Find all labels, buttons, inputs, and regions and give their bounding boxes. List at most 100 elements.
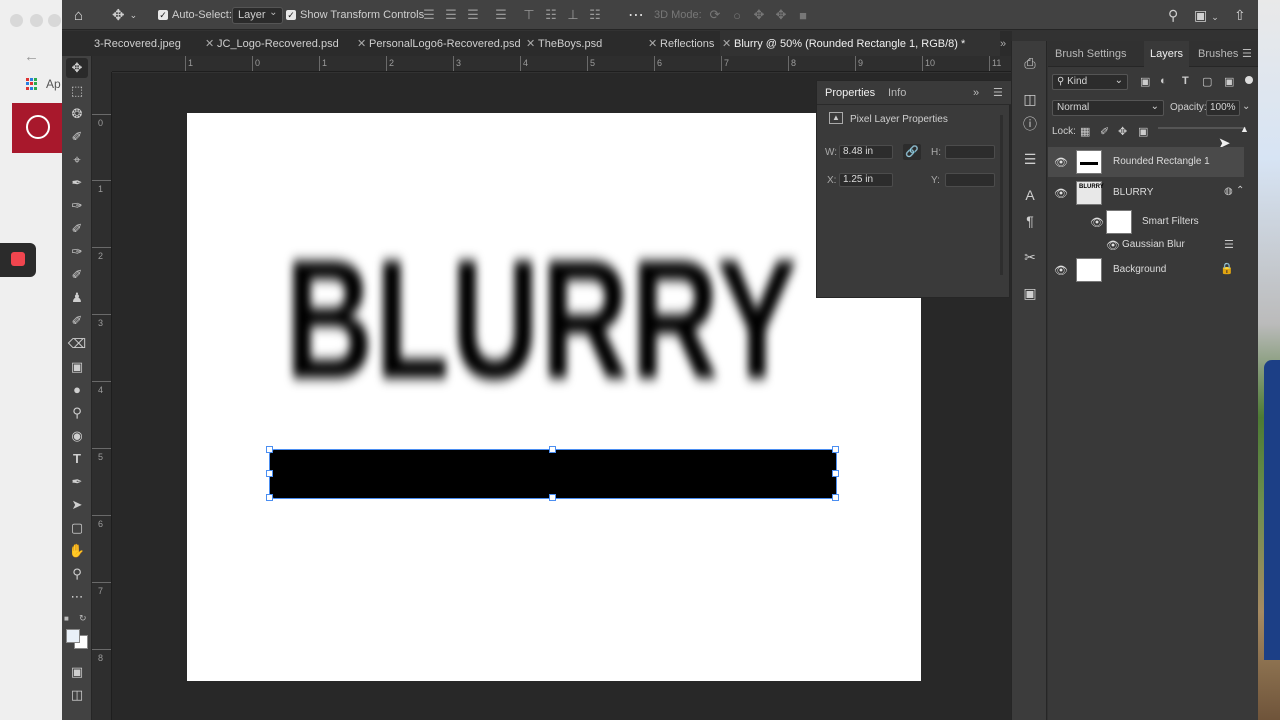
swap-colors-icon[interactable]: ↻ [79,613,87,624]
3d-scale-icon[interactable]: ■ [792,8,814,23]
close-icon[interactable]: ✕ [722,31,731,56]
home-icon[interactable]: ⌂ [74,0,83,30]
distribute-vertical-icon[interactable]: ☷ [584,7,606,23]
smart-filters-row[interactable]: 👁 Smart Filters [1048,207,1244,237]
auto-select-checkbox[interactable]: ✓ Auto-Select: [158,0,232,30]
blur-tool-icon[interactable]: ● [66,380,88,400]
tab-document[interactable]: ✕ Reflections [646,31,714,56]
stamp-tool-icon[interactable]: ♟ [66,288,88,308]
align-center-icon[interactable]: ☰ [440,7,462,23]
collapse-panel-icon[interactable]: » [973,81,979,105]
default-colors-icon[interactable]: ■ [64,614,69,623]
filter-type-icon[interactable]: T [1182,75,1189,87]
path-selection-tool-icon[interactable]: ➤ [66,495,88,515]
fill-slider-track[interactable] [1158,127,1246,129]
transform-handle[interactable] [266,446,273,453]
transform-handle[interactable] [832,470,839,477]
sponge-tool-icon[interactable]: ◉ [66,426,88,446]
brush-tool-icon[interactable]: ✐ [66,219,88,239]
lock-artboard-icon[interactable]: ▣ [1138,125,1148,138]
align-bottom-icon[interactable]: ⊥ [562,7,584,23]
transform-handle[interactable] [832,494,839,501]
quick-mask-icon[interactable]: ▣ [66,662,88,682]
width-field[interactable]: 8.48 in [839,145,893,159]
rounded-rectangle-shape[interactable] [266,446,839,501]
gradient-tool-icon[interactable]: ▣ [66,357,88,377]
history-panel-icon[interactable]: ⎙ [1020,53,1040,73]
close-icon[interactable]: ✕ [648,31,657,56]
visibility-eye-icon[interactable]: 👁 [1106,239,1120,252]
tab-document[interactable]: ✕ JC_Logo-Recovered.psd [203,31,339,56]
visibility-eye-icon[interactable]: 👁 [1054,156,1068,169]
align-top-icon[interactable]: ⊤ [518,7,540,23]
blurry-text-layer[interactable]: BLURRY [285,230,798,410]
quick-select-tool-icon[interactable]: ✐ [66,127,88,147]
marquee-tool-icon[interactable]: ⬚ [66,81,88,101]
x-field[interactable]: 1.25 in [839,173,893,187]
edit-toolbar-icon[interactable]: ⋯ [66,587,88,607]
lock-transparent-icon[interactable]: ▦ [1080,125,1090,138]
layer-row-blurry[interactable]: 👁 BLURRY BLURRY ◍ ⌃ [1048,178,1244,208]
align-middle-icon[interactable]: ☷ [540,7,562,23]
transform-handle[interactable] [549,494,556,501]
visibility-eye-icon[interactable]: 👁 [1054,187,1068,200]
clone-stamp-tool-icon[interactable]: ✑ [66,242,88,262]
filter-options-icon[interactable]: ☰ [1224,238,1234,251]
3d-drag-icon[interactable]: ✥ [748,7,770,23]
y-field[interactable] [945,173,995,187]
healing-brush-tool-icon[interactable]: ✑ [66,196,88,216]
dodge-tool-icon[interactable]: ⚲ [66,403,88,423]
align-right-icon[interactable]: ☰ [462,7,484,23]
character-panel-icon[interactable]: A [1020,185,1040,205]
libraries-panel-icon[interactable]: ☰ [1020,149,1040,169]
tab-brush-settings[interactable]: Brush Settings [1055,41,1127,67]
history-brush-tool-icon[interactable]: ✐ [66,265,88,285]
panel-menu-icon[interactable]: ☰ [993,81,1003,105]
tool-presets-icon[interactable]: ✂ [1020,247,1040,267]
tabs-overflow-icon[interactable]: » [993,31,1013,57]
distribute-icon[interactable]: ☰ [490,7,512,23]
lock-image-icon[interactable]: ✐ [1100,125,1109,138]
align-left-icon[interactable]: ☰ [418,7,440,23]
3d-roll-icon[interactable]: ○ [726,8,748,23]
chevron-up-icon[interactable]: ⌃ [1236,185,1244,196]
filter-adjustment-icon[interactable]: ◐ [1160,75,1167,87]
transform-handle[interactable] [266,494,273,501]
lasso-tool-icon[interactable]: ❂ [66,104,88,124]
gaussian-blur-row[interactable]: 👁 Gaussian Blur ☰ [1048,235,1244,255]
eyedropper-tool-icon[interactable]: ✒ [66,173,88,193]
blend-mode-dropdown[interactable]: Normal ⌄ [1052,100,1164,116]
tab-brushes[interactable]: Brushes [1198,41,1238,67]
properties-panel-icon[interactable]: ◫ [1020,89,1040,109]
close-icon[interactable]: ✕ [205,31,214,56]
tab-document[interactable]: 3-Recovered.jpeg [80,31,181,56]
tab-document[interactable]: ✕ PersonalLogo6-Recovered.psd [355,31,521,56]
height-field[interactable] [945,145,995,159]
shape-tool-icon[interactable]: ▢ [66,518,88,538]
filter-toggle-icon[interactable] [1245,76,1253,84]
link-icon[interactable]: 🔗 [903,144,921,160]
filter-shape-icon[interactable]: ▢ [1202,75,1212,88]
navigator-panel-icon[interactable]: ▣ [1020,283,1040,303]
panel-menu-icon[interactable]: ☰ [1242,41,1252,67]
zoom-tool-icon[interactable]: ⚲ [66,564,88,584]
crop-tool-icon[interactable]: ⌖ [66,150,88,170]
move-tool-icon[interactable]: ✥ [66,58,88,78]
more-options-icon[interactable]: ⋯ [628,0,644,30]
tab-properties[interactable]: Properties [825,81,875,105]
tab-layers[interactable]: Layers [1144,41,1190,67]
fill-slider-thumb[interactable]: ▲ [1240,124,1249,134]
panel-scrollbar[interactable] [1000,115,1003,275]
hand-tool-icon[interactable]: ✋ [66,541,88,561]
auto-select-dropdown[interactable]: Layer [232,0,283,30]
tab-info[interactable]: Info [888,81,906,105]
opacity-field[interactable]: 100% [1206,100,1240,116]
move-tool-preset-icon[interactable]: ✥ ⌄ [112,0,137,30]
visibility-eye-icon[interactable]: 👁 [1054,264,1068,277]
lock-position-icon[interactable]: ✥ [1118,125,1127,138]
chevron-down-icon[interactable]: ⌄ [1242,101,1250,112]
close-icon[interactable]: ✕ [357,31,366,56]
layer-row-background[interactable]: 👁 Background 🔒 [1048,255,1244,285]
tab-document[interactable]: ✕ TheBoys.psd [524,31,602,56]
show-transform-controls-checkbox[interactable]: ✓ Show Transform Controls [286,0,424,30]
